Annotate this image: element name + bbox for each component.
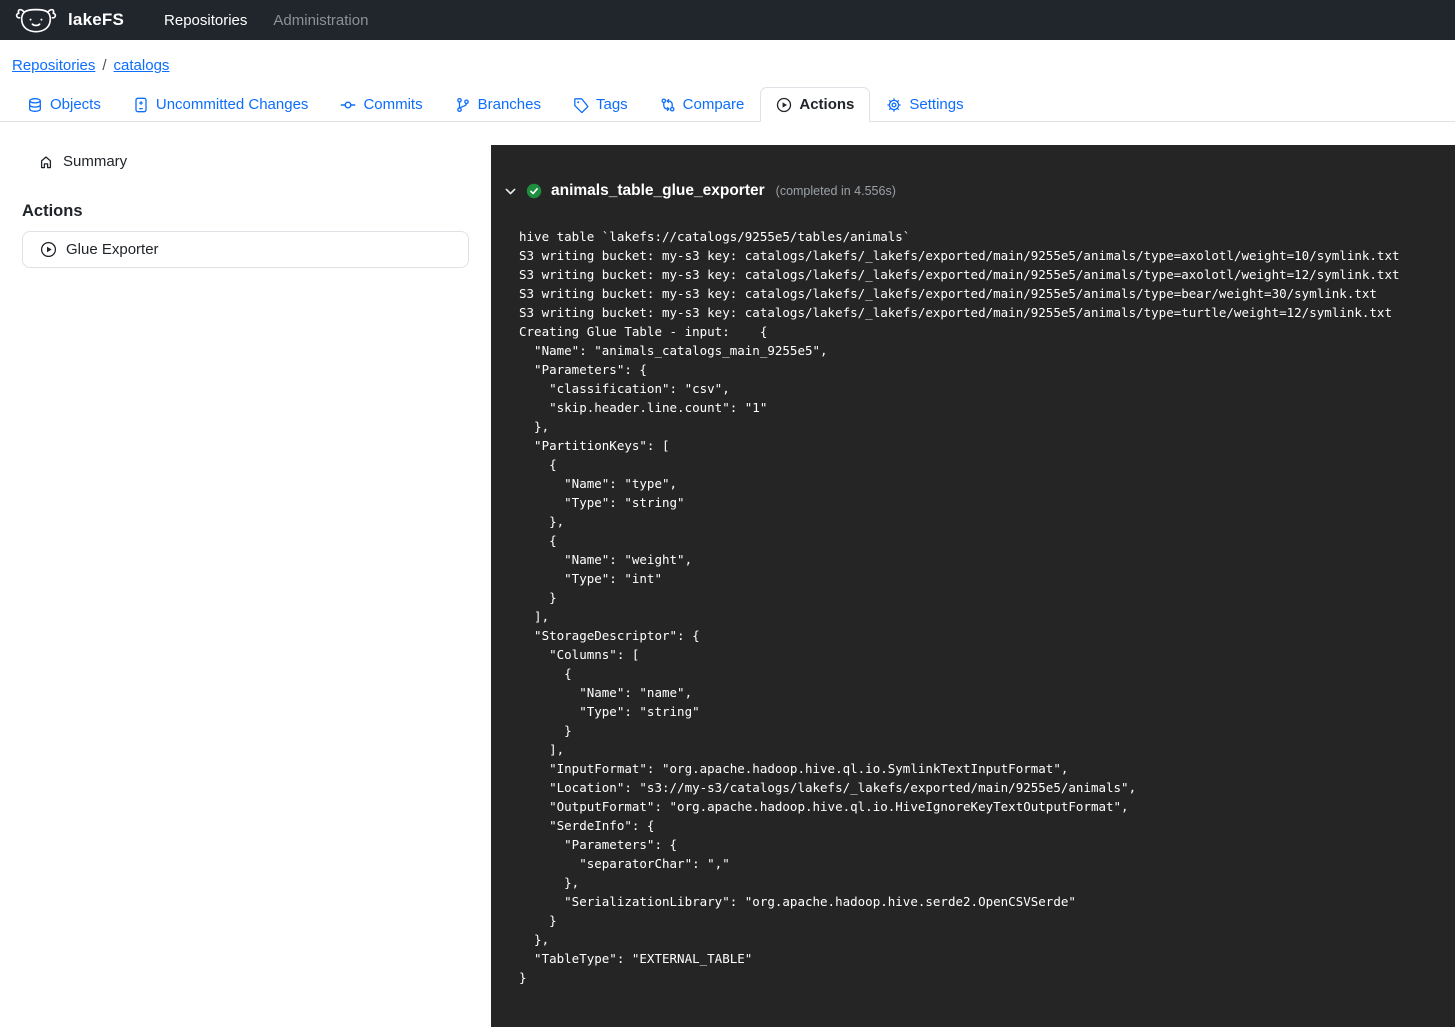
breadcrumb: Repositories / catalogs [0, 40, 1455, 74]
gear-icon [886, 97, 902, 113]
file-diff-icon [133, 97, 149, 113]
actions-heading: Actions [22, 202, 491, 221]
top-navbar: lakeFS Repositories Administration [0, 0, 1455, 40]
tab-objects[interactable]: Objects [11, 87, 117, 122]
branch-icon [455, 97, 471, 113]
tab-uncommitted-changes[interactable]: Uncommitted Changes [117, 87, 325, 122]
action-item-glue-exporter[interactable]: Glue Exporter [23, 232, 468, 267]
actions-list: Glue Exporter [22, 231, 469, 268]
tab-compare[interactable]: Compare [644, 87, 761, 122]
main-content: Summary Actions Glue Exporter [0, 122, 1455, 1027]
tab-label: Tags [596, 96, 628, 113]
actions-sidebar: Summary Actions Glue Exporter [0, 122, 491, 1027]
tab-label: Commits [363, 96, 422, 113]
breadcrumb-catalogs[interactable]: catalogs [114, 57, 170, 74]
nav-administration[interactable]: Administration [273, 12, 368, 29]
chevron-down-icon[interactable] [504, 185, 517, 198]
run-header: animals_table_glue_exporter (completed i… [491, 145, 1455, 200]
run-log-output: hive table `lakefs://catalogs/9255e5/tab… [491, 227, 1455, 1027]
action-item-label: Glue Exporter [66, 241, 159, 258]
tab-actions[interactable]: Actions [760, 87, 870, 122]
nav-repositories[interactable]: Repositories [164, 12, 247, 29]
brand-name: lakeFS [68, 10, 124, 30]
tab-label: Uncommitted Changes [156, 96, 309, 113]
tab-label: Branches [478, 96, 541, 113]
tab-branches[interactable]: Branches [439, 87, 557, 122]
breadcrumb-repositories[interactable]: Repositories [12, 57, 95, 74]
database-icon [27, 97, 43, 113]
sidebar-item-summary[interactable]: Summary [38, 153, 127, 170]
brand[interactable]: lakeFS [14, 6, 124, 35]
play-circle-icon [40, 241, 57, 258]
breadcrumb-separator: / [102, 57, 106, 74]
play-circle-icon [776, 97, 792, 113]
action-run-output-panel: animals_table_glue_exporter (completed i… [491, 145, 1455, 1027]
tab-commits[interactable]: Commits [324, 87, 438, 122]
sidebar-summary-label: Summary [63, 153, 127, 170]
axolotl-logo-icon [14, 6, 58, 35]
commit-icon [340, 97, 356, 113]
run-status-note: (completed in 4.556s) [776, 184, 896, 198]
tab-tags[interactable]: Tags [557, 87, 644, 122]
tab-label: Actions [799, 96, 854, 113]
tab-label: Objects [50, 96, 101, 113]
tab-settings[interactable]: Settings [870, 87, 979, 122]
house-icon [38, 154, 54, 170]
run-title[interactable]: animals_table_glue_exporter [551, 182, 765, 200]
tag-icon [573, 97, 589, 113]
repo-tab-bar: Objects Uncommitted Changes Commits [0, 87, 1455, 122]
compare-icon [660, 97, 676, 113]
check-circle-icon [526, 183, 542, 199]
tab-label: Settings [909, 96, 963, 113]
tab-label: Compare [683, 96, 745, 113]
